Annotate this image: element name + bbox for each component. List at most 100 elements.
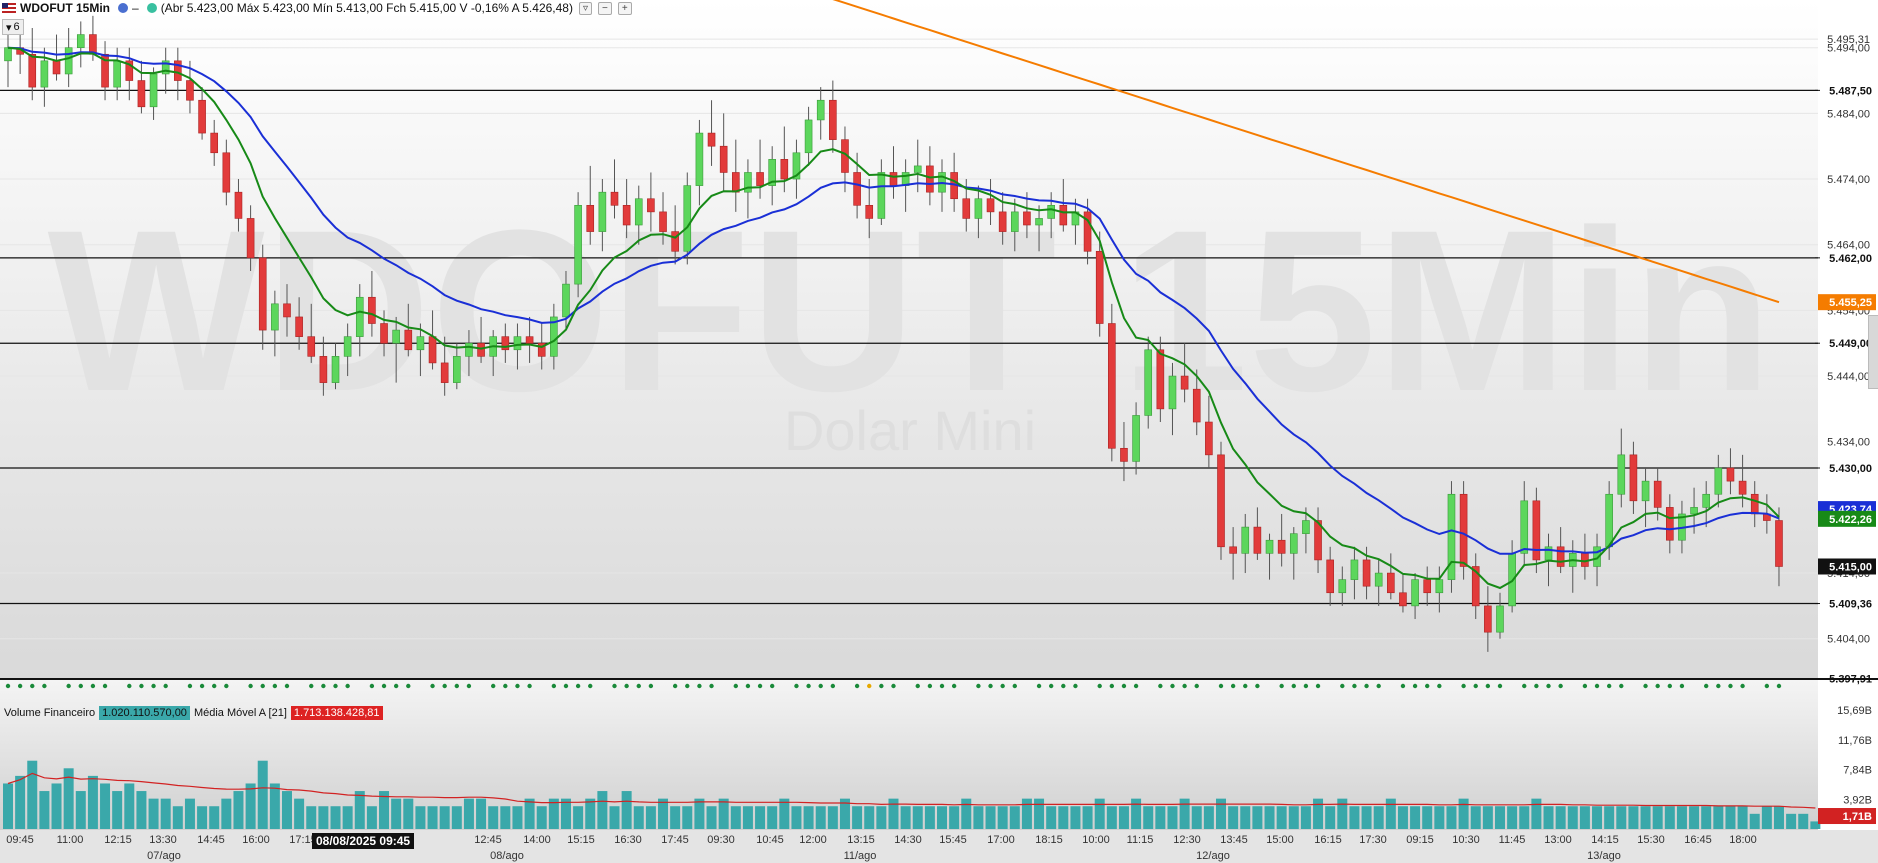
volume-bar bbox=[1592, 806, 1603, 829]
signal-dot bbox=[78, 683, 83, 689]
signal-dot bbox=[1243, 683, 1248, 689]
candle-body bbox=[1350, 559, 1359, 580]
volume-bar bbox=[997, 806, 1008, 829]
volume-bar bbox=[1058, 806, 1069, 829]
time-label: 11:15 bbox=[1127, 834, 1154, 846]
candle-body bbox=[246, 218, 255, 259]
candle-body bbox=[1253, 526, 1262, 554]
price-tick-label: 5.494,00 bbox=[1827, 43, 1870, 55]
volume-bar bbox=[1494, 806, 1505, 829]
candle-body bbox=[4, 47, 12, 62]
volume-bar bbox=[160, 798, 171, 829]
time-label: 14:45 bbox=[197, 834, 225, 846]
minimize-icon[interactable]: – bbox=[132, 1, 139, 15]
signal-dot bbox=[1218, 683, 1224, 689]
indicator-badge[interactable]: ▾ 6 bbox=[2, 19, 24, 35]
volume-bar bbox=[755, 806, 766, 829]
candle-body bbox=[428, 336, 437, 364]
candle-body bbox=[683, 185, 692, 252]
signal-dot bbox=[1582, 683, 1588, 689]
volume-bar bbox=[257, 760, 268, 829]
signal-dot bbox=[806, 683, 811, 689]
signal-dot bbox=[976, 683, 981, 689]
candle-body bbox=[816, 99, 825, 121]
candle-body bbox=[1520, 500, 1529, 554]
signal-dot bbox=[588, 683, 593, 689]
candle-body bbox=[622, 205, 631, 226]
symbol-name[interactable]: WDOFUT 15Min bbox=[20, 1, 110, 15]
signal-dot bbox=[151, 683, 156, 689]
price-scroll-handle[interactable] bbox=[1868, 315, 1878, 389]
volume-bar bbox=[1046, 806, 1057, 829]
candle-body bbox=[1205, 421, 1213, 456]
candle-body bbox=[1496, 605, 1504, 633]
time-label: 12:45 bbox=[474, 834, 502, 846]
volume-bar bbox=[1191, 806, 1202, 829]
volume-bar bbox=[209, 806, 220, 829]
candle-body bbox=[1144, 349, 1153, 416]
signal-dot bbox=[1594, 683, 1600, 689]
minus-icon[interactable]: − bbox=[598, 1, 612, 15]
volume-bar bbox=[1216, 798, 1226, 829]
signal-dot bbox=[1303, 683, 1309, 689]
volume-bar bbox=[415, 806, 426, 829]
signal-dot bbox=[1558, 683, 1563, 689]
candlestick-chart[interactable]: WDOFUT 15Min Dolar Mini 5.495,315.494,00… bbox=[0, 0, 1878, 863]
signal-dot bbox=[648, 683, 654, 689]
volume-bar bbox=[1155, 806, 1166, 829]
price-tick-label: 5.404,00 bbox=[1827, 634, 1870, 646]
signal-dot bbox=[369, 683, 375, 689]
volume-bar bbox=[1288, 806, 1299, 829]
volume-bar bbox=[1604, 806, 1615, 829]
date-label: 11/ago bbox=[844, 850, 877, 862]
volume-bar bbox=[488, 806, 499, 829]
signal-dot bbox=[260, 683, 265, 689]
volume-bar bbox=[1264, 806, 1275, 829]
level-label: 5.487,50 bbox=[1829, 85, 1872, 97]
signal-dot bbox=[1133, 683, 1139, 689]
date-label: 07/ago bbox=[147, 850, 181, 862]
candle-body bbox=[1302, 520, 1310, 534]
candle-body bbox=[1120, 447, 1128, 462]
candle-body bbox=[610, 191, 619, 206]
candle-body bbox=[889, 172, 898, 186]
volume-tick-label: 7,84B bbox=[1843, 765, 1872, 777]
volume-bar bbox=[985, 806, 996, 829]
signal-dot bbox=[1437, 683, 1442, 689]
candle-body bbox=[647, 198, 655, 213]
signal-dot bbox=[1230, 683, 1236, 689]
signal-dot bbox=[939, 683, 945, 689]
chart-type-icon[interactable] bbox=[118, 3, 128, 13]
volume-bar bbox=[233, 791, 244, 829]
candle-body bbox=[1629, 454, 1638, 502]
volume-bar bbox=[354, 791, 365, 829]
volume-bar bbox=[1228, 806, 1239, 829]
signal-dot bbox=[212, 683, 217, 689]
price-tick-label: 5.484,00 bbox=[1827, 108, 1870, 120]
candle-body bbox=[1556, 546, 1565, 567]
level-label: 5.449,00 bbox=[1829, 338, 1872, 350]
volume-bar bbox=[585, 798, 596, 829]
candle-body bbox=[295, 316, 303, 337]
volume-bar bbox=[15, 775, 26, 829]
volume-bar bbox=[718, 798, 729, 829]
signal-dot bbox=[1012, 683, 1017, 689]
volume-bar bbox=[1519, 806, 1530, 829]
signal-dot bbox=[199, 683, 205, 689]
volume-last-tag: 1,71B bbox=[1843, 811, 1872, 823]
signal-dot bbox=[102, 683, 108, 689]
plus-icon[interactable]: + bbox=[617, 1, 632, 15]
signal-dot bbox=[17, 683, 23, 689]
candle-body bbox=[1726, 467, 1735, 482]
signal-dot bbox=[575, 683, 581, 689]
volume-bar bbox=[1567, 806, 1578, 829]
candle-body bbox=[271, 303, 279, 331]
volume-bar bbox=[864, 806, 875, 829]
date-label: 13/ago bbox=[1587, 850, 1621, 862]
signal-dot bbox=[503, 683, 508, 689]
volume-bar bbox=[621, 791, 632, 829]
options-dropdown-icon[interactable]: ▿ bbox=[578, 1, 592, 15]
candle-body bbox=[343, 336, 352, 357]
volume-bar bbox=[670, 806, 681, 829]
time-label: 12:00 bbox=[799, 834, 827, 846]
